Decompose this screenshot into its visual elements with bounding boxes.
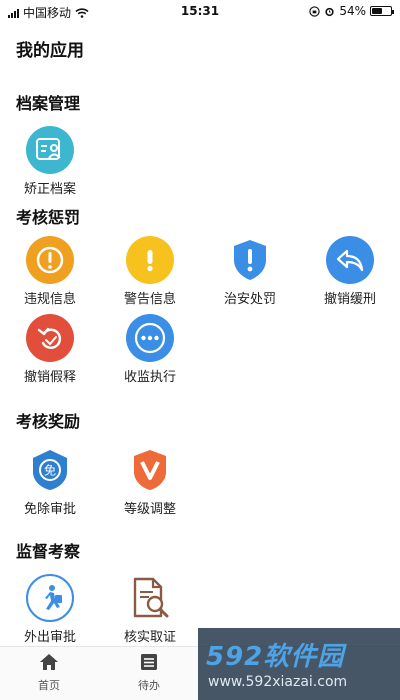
app-correction-archive[interactable]: 矫正档案 — [10, 126, 90, 197]
app-revoke-parole[interactable]: 撤销假释 — [10, 314, 90, 385]
app-imprisonment-execution[interactable]: 收监执行 — [110, 314, 190, 385]
tab-home[interactable]: 首页 — [19, 653, 79, 693]
app-label: 收监执行 — [123, 370, 176, 385]
app-label: 治安处罚 — [223, 292, 276, 307]
exclamation-icon — [126, 236, 174, 284]
battery-level — [372, 8, 382, 14]
app-label: 等级调整 — [123, 502, 176, 517]
app-outing-approval[interactable]: 外出审批 — [10, 574, 90, 645]
app-revoke-probation[interactable]: 撤销缓刑 — [310, 236, 390, 307]
app-label: 撤销假释 — [23, 370, 76, 385]
app-label: 外出审批 — [23, 630, 76, 645]
app-warning-info[interactable]: 警告信息 — [110, 236, 190, 307]
status-bar: 中国移动 15:31 54% — [0, 0, 400, 22]
home-icon — [40, 654, 58, 670]
undo-arrow-icon — [26, 314, 74, 362]
section-title-archive: 档案管理 — [16, 94, 81, 113]
app-label: 核实取证 — [123, 630, 176, 645]
app-violation-info[interactable]: 违规信息 — [10, 236, 90, 307]
exclamation-circle-icon — [26, 236, 74, 284]
watermark: 592软件园 www.592xiazai.com — [198, 628, 400, 700]
walking-person-icon — [26, 574, 74, 622]
undo-arrow-icon — [326, 236, 374, 284]
app-label: 违规信息 — [23, 292, 76, 307]
section-title-penalty: 考核惩罚 — [16, 208, 81, 227]
shield-alert-icon — [226, 236, 274, 284]
app-exemption-approval[interactable]: 免 免除审批 — [10, 446, 90, 517]
app-label: 警告信息 — [123, 292, 176, 307]
tab-label: 待办 — [138, 679, 160, 692]
rotation-lock-icon — [309, 5, 321, 17]
section-title-supervision: 监督考察 — [16, 542, 81, 561]
more-icon — [126, 314, 174, 362]
list-icon — [141, 654, 157, 670]
alarm-icon — [325, 7, 334, 16]
status-right: 54% — [309, 4, 394, 18]
app-verification-evidence[interactable]: 核实取证 — [110, 574, 190, 645]
page-title: 我的应用 — [16, 41, 84, 61]
archive-icon — [26, 126, 74, 174]
level-shield-icon — [126, 446, 174, 494]
battery-percent: 54% — [339, 4, 366, 18]
battery-icon — [370, 6, 394, 16]
watermark-url: www.592xiazai.com — [208, 674, 348, 690]
exempt-shield-icon: 免 — [26, 446, 74, 494]
app-label: 免除审批 — [23, 502, 76, 517]
svg-text:免: 免 — [44, 463, 56, 478]
app-label: 矫正档案 — [23, 182, 76, 197]
document-search-icon — [126, 574, 174, 622]
app-public-security-penalty[interactable]: 治安处罚 — [210, 236, 290, 307]
app-label: 撤销缓刑 — [323, 292, 376, 307]
tab-label: 首页 — [38, 679, 60, 692]
watermark-logo: 592软件园 — [206, 642, 345, 672]
app-level-adjustment[interactable]: 等级调整 — [110, 446, 190, 517]
tab-todo[interactable]: 待办 — [119, 653, 179, 693]
section-title-reward: 考核奖励 — [16, 412, 81, 431]
